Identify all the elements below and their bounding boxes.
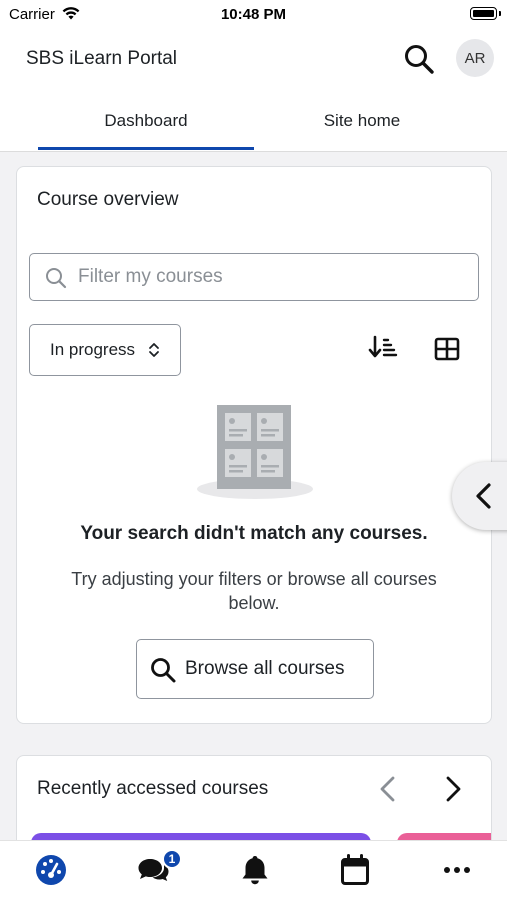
active-tab-indicator bbox=[38, 147, 254, 150]
sort-icon[interactable] bbox=[368, 333, 398, 363]
course-status-select[interactable]: In progress bbox=[29, 324, 181, 376]
more-icon[interactable] bbox=[440, 853, 474, 887]
messages-nav-item[interactable]: 1 bbox=[136, 849, 182, 887]
status-bar: Carrier 10:48 PM bbox=[0, 0, 507, 28]
course-status-value: In progress bbox=[50, 340, 136, 359]
chevron-left-icon[interactable] bbox=[376, 774, 400, 804]
unread-messages-badge: 1 bbox=[162, 849, 182, 869]
dashboard-gauge-icon[interactable] bbox=[34, 853, 68, 887]
empty-state-message: Try adjusting your filters or browse all… bbox=[71, 569, 437, 613]
empty-state-title: Your search didn't match any courses. bbox=[80, 523, 428, 544]
filter-courses-field[interactable] bbox=[29, 253, 479, 301]
grid-view-icon[interactable] bbox=[432, 335, 462, 365]
search-icon bbox=[46, 268, 67, 289]
app-bar: SBS iLearn Portal AR bbox=[0, 28, 507, 90]
battery-icon bbox=[470, 7, 497, 20]
main-tabs: Dashboard Site home bbox=[0, 90, 507, 152]
bell-icon[interactable] bbox=[238, 853, 272, 887]
tab-site-home[interactable]: Site home bbox=[254, 90, 470, 152]
clock: 10:48 PM bbox=[220, 6, 287, 23]
calendar-icon[interactable] bbox=[338, 853, 372, 887]
user-avatar[interactable]: AR bbox=[456, 39, 494, 77]
search-icon[interactable] bbox=[402, 42, 436, 76]
browse-all-courses-label: Browse all courses bbox=[185, 658, 345, 679]
updown-chevron-icon bbox=[149, 343, 159, 357]
search-icon bbox=[151, 658, 176, 683]
chevron-right-icon[interactable] bbox=[441, 774, 465, 804]
chevron-left-icon bbox=[476, 483, 491, 509]
bottom-navigation: 1 bbox=[0, 840, 507, 900]
filter-courses-input[interactable] bbox=[78, 254, 468, 300]
course-overview-card: Course overview In progress bbox=[16, 166, 492, 724]
tab-dashboard[interactable]: Dashboard bbox=[38, 90, 254, 152]
battery-tip bbox=[499, 11, 501, 16]
app-title: SBS iLearn Portal bbox=[26, 48, 178, 69]
empty-courses-illustration bbox=[197, 405, 313, 499]
course-overview-title: Course overview bbox=[37, 189, 179, 210]
recent-courses-title: Recently accessed courses bbox=[37, 778, 269, 799]
browse-all-courses-button[interactable]: Browse all courses bbox=[136, 639, 374, 699]
